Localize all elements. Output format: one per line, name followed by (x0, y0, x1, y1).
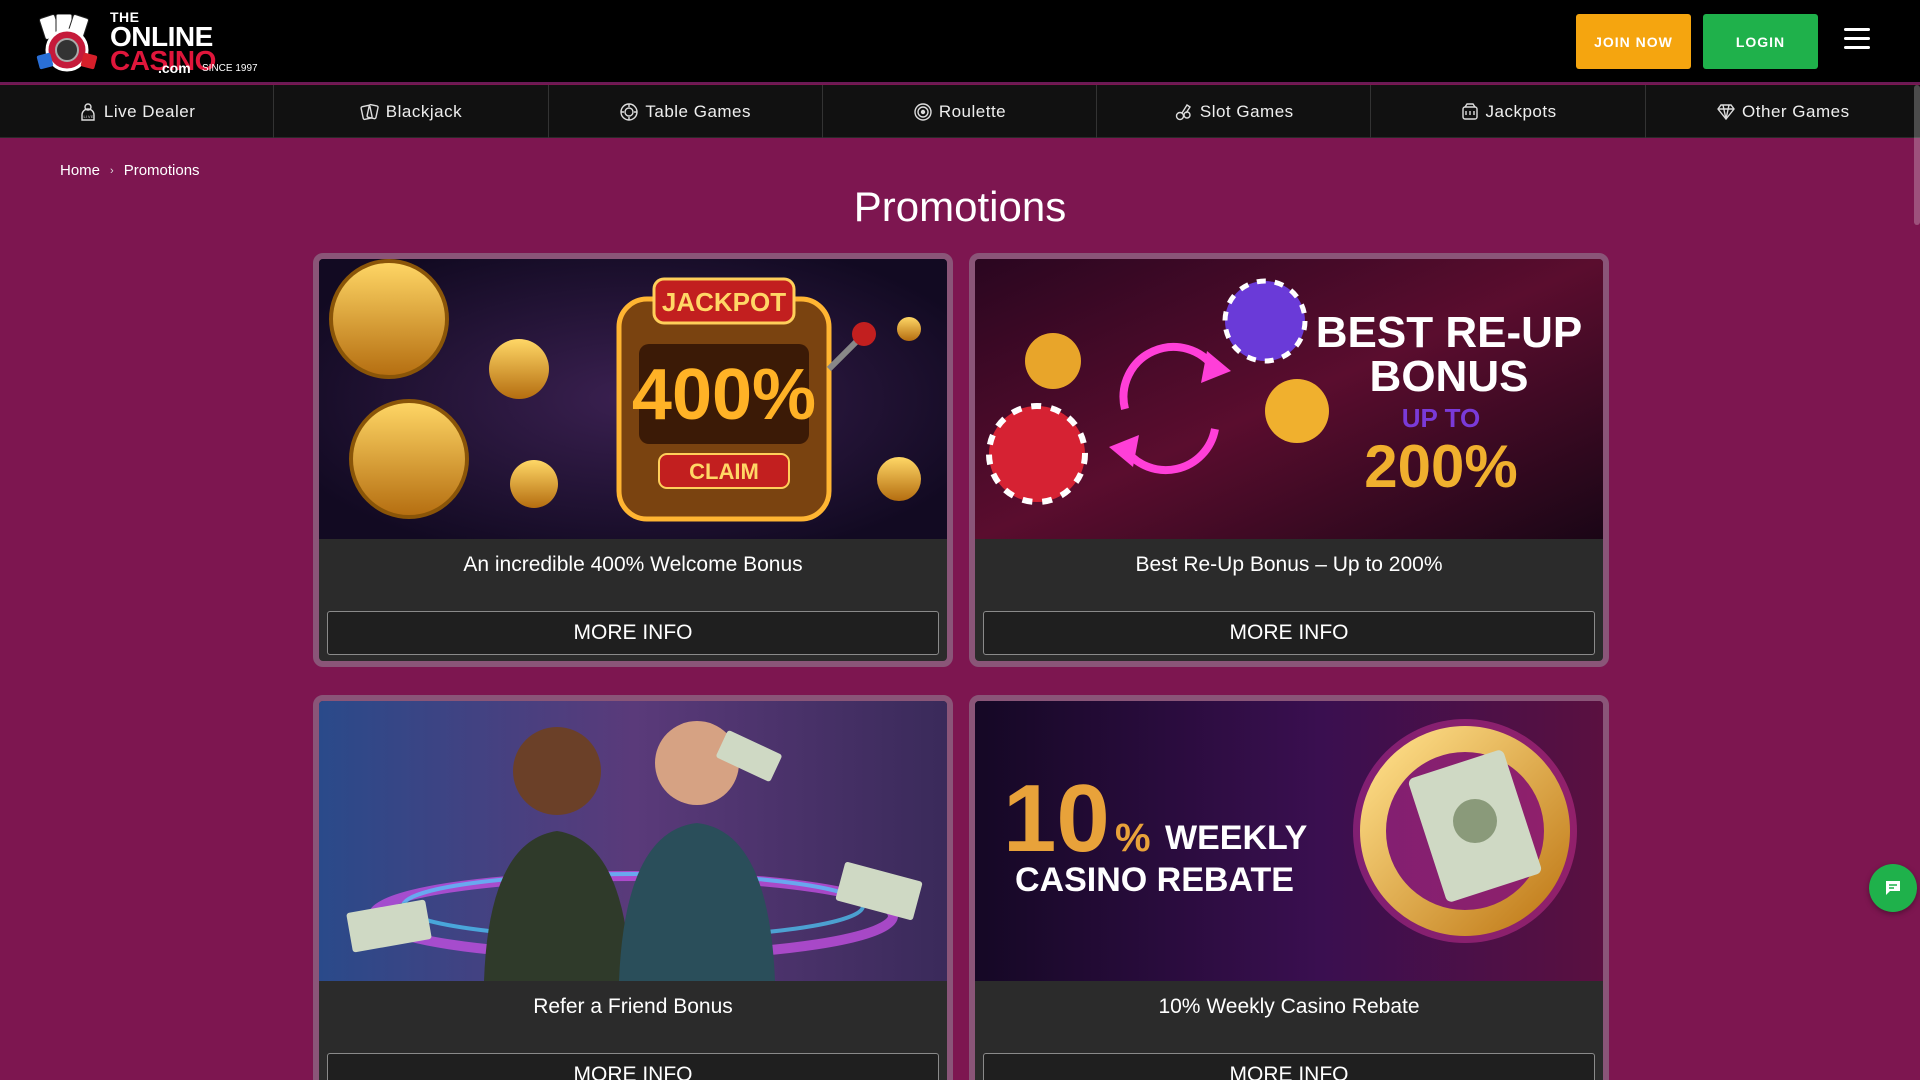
nav-label: Live Dealer (103, 101, 196, 121)
top-header: THE ONLINE CASINO .com SINCE 1997 JOIN N… (0, 0, 1920, 84)
chevron-right-icon: › (110, 164, 114, 177)
bonus-percent-text: 400% (632, 355, 816, 435)
page-title: Promotions (853, 183, 1067, 230)
welcome-bonus-banner[interactable]: JACKPOT 400% CLAIM (319, 259, 947, 539)
promo-card-welcome: JACKPOT 400% CLAIM An incredible 400% We… (313, 253, 953, 667)
nav-label: Blackjack (385, 101, 463, 121)
promo-card-title: An incredible 400% Welcome Bonus (463, 553, 803, 576)
nav-label: Roulette (938, 101, 1007, 121)
nav-item-jackpots[interactable]: Jackpots (1371, 85, 1646, 138)
nav-label: Jackpots (1485, 101, 1557, 121)
chat-button[interactable] (1869, 864, 1917, 912)
jackpot-label: JACKPOT (652, 277, 796, 325)
logo-since: SINCE 1997 (202, 63, 258, 74)
promo-card-title: Refer a Friend Bonus (533, 995, 733, 1018)
nav-item-live-dealer[interactable]: LIVE Live Dealer (0, 85, 275, 138)
banner-percent-text: 200% (1364, 433, 1517, 500)
site-logo[interactable]: THE ONLINE CASINO .com SINCE 1997 (34, 10, 264, 76)
breadcrumb-current: Promotions (123, 162, 200, 179)
promo-card-refer: Refer a Friend Bonus MORE INFO (313, 695, 953, 1080)
svg-text:LIVE: LIVE (83, 114, 94, 119)
promo-card-rebate: 10 % WEEKLY CASINO REBATE 10% Weekly Cas… (969, 695, 1609, 1080)
banner-bonus-text: BONUS (1370, 352, 1529, 401)
page-scrollbar[interactable] (1914, 85, 1920, 225)
banner-upto-text: UP TO (1402, 403, 1481, 433)
more-info-button[interactable]: MORE INFO (983, 1053, 1595, 1080)
banner-best-reup-text: BEST RE-UP (1316, 308, 1582, 357)
diamond-icon (1717, 103, 1735, 120)
main-nav: LIVE Live Dealer Blackjack Table Games R… (0, 85, 1920, 138)
weekly-rebate-banner[interactable]: 10 % WEEKLY CASINO REBATE (975, 701, 1603, 981)
roulette-icon (914, 102, 932, 121)
promo-card-title: Best Re-Up Bonus – Up to 200% (1135, 553, 1443, 576)
more-info-button[interactable]: MORE INFO (327, 1053, 939, 1080)
rebate-casino-text: CASINO REBATE (1015, 861, 1294, 899)
nav-label: Other Games (1742, 101, 1850, 121)
claim-text: CLAIM (689, 459, 759, 484)
refer-friend-banner[interactable] (319, 701, 947, 981)
promo-card-reup: BEST RE-UP BONUS UP TO 200% Best Re-Up B… (969, 253, 1609, 667)
blackjack-icon (360, 103, 379, 120)
nav-item-roulette[interactable]: Roulette (823, 85, 1098, 138)
slot-games-icon (1175, 103, 1191, 120)
chat-bubble-icon (1886, 881, 1900, 895)
live-dealer-icon: LIVE (81, 102, 95, 121)
svg-text:JACKPOT: JACKPOT (662, 287, 786, 317)
promo-card-title: 10% Weekly Casino Rebate (1158, 995, 1420, 1018)
nav-item-slot-games[interactable]: Slot Games (1097, 85, 1372, 138)
more-info-button[interactable]: MORE INFO (327, 611, 939, 655)
login-button[interactable]: LOGIN (1703, 14, 1818, 69)
rebate-pct-text: % (1115, 816, 1151, 860)
casino-chip-logo-icon (36, 14, 98, 72)
menu-icon[interactable] (1844, 28, 1872, 50)
more-info-button[interactable]: MORE INFO (983, 611, 1595, 655)
table-games-icon (620, 102, 639, 121)
nav-item-table-games[interactable]: Table Games (549, 85, 823, 138)
nav-label: Table Games (645, 101, 752, 121)
nav-label: Slot Games (1199, 101, 1294, 121)
breadcrumb: Home › Promotions (60, 162, 200, 179)
jackpots-icon (1461, 102, 1478, 120)
logo-com: .com (158, 60, 191, 76)
join-now-button[interactable]: JOIN NOW (1576, 14, 1691, 69)
nav-item-other-games[interactable]: Other Games (1646, 85, 1920, 138)
reup-bonus-banner[interactable]: BEST RE-UP BONUS UP TO 200% (975, 259, 1603, 539)
rebate-ten-text: 10 (1003, 765, 1110, 872)
rebate-weekly-text: WEEKLY (1165, 819, 1308, 857)
nav-item-blackjack[interactable]: Blackjack (274, 85, 549, 138)
breadcrumb-home-link[interactable]: Home (60, 162, 100, 179)
